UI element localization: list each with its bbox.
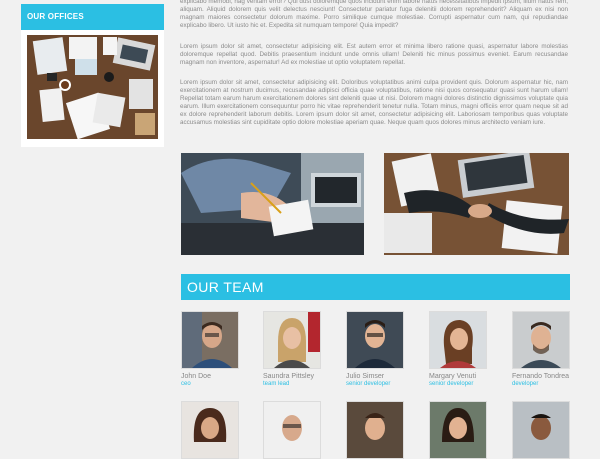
member-role: developer	[512, 381, 539, 387]
member-photo	[429, 311, 487, 369]
handshake-photo	[384, 153, 569, 255]
member-name: Julio Simser	[346, 373, 385, 380]
team-member-card[interactable]	[346, 401, 404, 459]
team-member-card[interactable]: Julio Simser senior developer	[346, 311, 404, 387]
writing-photo	[181, 153, 364, 255]
team-member-card[interactable]	[263, 401, 321, 459]
member-photo	[263, 311, 321, 369]
team-member-card[interactable]: John Doe ceo	[181, 311, 239, 387]
team-member-card[interactable]: Margary Venuti senior developer	[429, 311, 487, 387]
team-member-card[interactable]: Fernando Tondrea developer	[512, 311, 570, 387]
member-role: team lead	[263, 381, 290, 387]
member-role: ceo	[181, 381, 191, 387]
team-section-title: OUR TEAM	[181, 274, 570, 300]
content-paragraph: explicabo memobi, hag ventam error? Qui …	[180, 0, 568, 30]
team-member-card[interactable]: Saundra Pittsley team lead	[263, 311, 321, 387]
offices-photo	[27, 35, 158, 139]
team-member-card[interactable]	[429, 401, 487, 459]
member-name: Margary Venuti	[429, 373, 477, 380]
member-photo	[346, 311, 404, 369]
team-member-card[interactable]	[181, 401, 239, 459]
offices-widget-title: OUR OFFICES	[21, 4, 164, 30]
member-role: senior developer	[429, 381, 474, 387]
member-photo	[512, 311, 570, 369]
member-photo	[512, 401, 570, 459]
team-member-card[interactable]	[512, 401, 570, 459]
content-paragraph: Lorem ipsum dolor sit amet, consectetur …	[180, 79, 568, 127]
member-name: Fernando Tondrea	[512, 373, 570, 380]
member-photo	[346, 401, 404, 459]
content-paragraph: Lorem ipsum dolor sit amet, consectetur …	[180, 43, 568, 67]
member-name: John Doe	[181, 373, 211, 380]
member-photo	[429, 401, 487, 459]
offices-widget: OUR OFFICES	[21, 4, 164, 147]
member-name: Saundra Pittsley	[263, 373, 314, 380]
member-photo	[181, 311, 239, 369]
member-role: senior developer	[346, 381, 391, 387]
member-photo	[181, 401, 239, 459]
member-photo	[263, 401, 321, 459]
